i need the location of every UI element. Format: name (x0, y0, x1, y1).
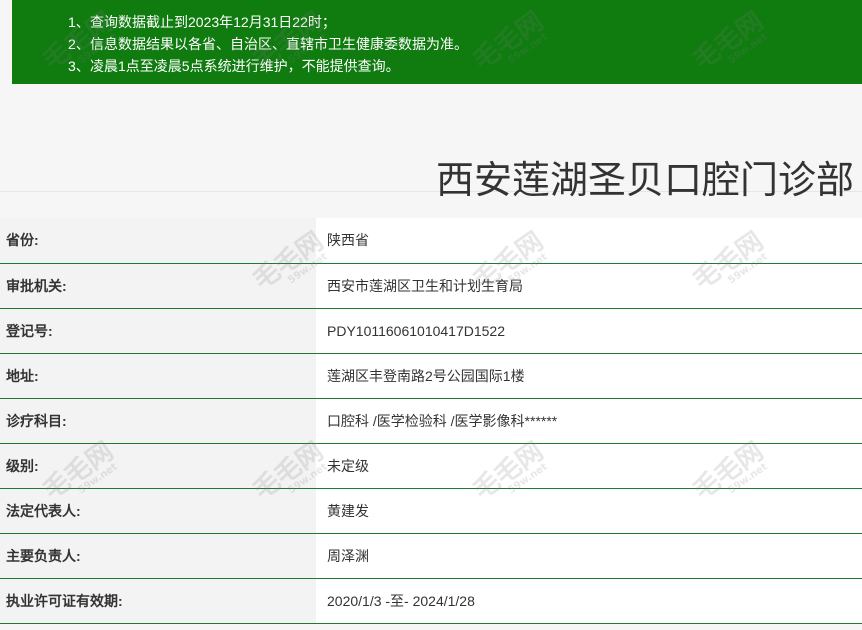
row-label-approval-authority: 审批机关: (0, 263, 316, 308)
notice-line-3: 3、凌晨1点至凌晨5点系统进行维护，不能提供查询。 (68, 55, 862, 77)
table-row: 主要负责人: 周泽渊 (0, 533, 862, 578)
notice-number: 3、 (68, 58, 90, 74)
row-label-registration-number: 登记号: (0, 308, 316, 353)
notice-text: 信息数据结果以各省、自治区、直辖市卫生健康委数据为准。 (90, 36, 468, 52)
notice-line-1: 1、查询数据截止到2023年12月31日22时； (68, 11, 862, 33)
notice-text: 凌晨1点至凌晨5点系统进行维护，不能提供查询。 (90, 58, 400, 74)
table-row: 诊疗科目: 口腔科 /医学检验科 /医学影像科****** (0, 398, 862, 443)
table-row: 级别: 未定级 (0, 443, 862, 488)
row-value-license-validity: 2020/1/3 -至- 2024/1/28 (316, 578, 862, 623)
row-label-legal-representative: 法定代表人: (0, 488, 316, 533)
notice-banner: 1、查询数据截止到2023年12月31日22时； 2、信息数据结果以各省、自治区… (12, 0, 862, 84)
row-label-departments: 诊疗科目: (0, 398, 316, 443)
info-table: 省份: 陕西省 审批机关: 西安市莲湖区卫生和计划生育局 登记号: PDY101… (0, 218, 862, 624)
row-value-address: 莲湖区丰登南路2号公园国际1楼 (316, 353, 862, 398)
row-value-registration-number: PDY10116061010417D1522 (316, 308, 862, 353)
table-row: 审批机关: 西安市莲湖区卫生和计划生育局 (0, 263, 862, 308)
row-label-province: 省份: (0, 218, 316, 263)
page-title: 西安莲湖圣贝口腔门诊部 (435, 158, 854, 203)
table-row: 省份: 陕西省 (0, 218, 862, 263)
notice-number: 1、 (68, 14, 90, 30)
notice-line-2: 2、信息数据结果以各省、自治区、直辖市卫生健康委数据为准。 (68, 33, 862, 55)
table-row: 登记号: PDY10116061010417D1522 (0, 308, 862, 353)
row-value-main-person-in-charge: 周泽渊 (316, 533, 862, 578)
row-value-departments: 口腔科 /医学检验科 /医学影像科****** (316, 398, 862, 443)
row-label-address: 地址: (0, 353, 316, 398)
title-section: 西安莲湖圣贝口腔门诊部 (0, 110, 862, 202)
row-value-level: 未定级 (316, 443, 862, 488)
notice-text: 查询数据截止到2023年12月31日22时； (90, 14, 336, 30)
row-value-approval-authority: 西安市莲湖区卫生和计划生育局 (316, 263, 862, 308)
row-value-legal-representative: 黄建发 (316, 488, 862, 533)
row-value-province: 陕西省 (316, 218, 862, 263)
row-label-main-person-in-charge: 主要负责人: (0, 533, 316, 578)
notice-number: 2、 (68, 36, 90, 52)
table-row: 地址: 莲湖区丰登南路2号公园国际1楼 (0, 353, 862, 398)
table-row: 执业许可证有效期: 2020/1/3 -至- 2024/1/28 (0, 578, 862, 623)
table-row: 法定代表人: 黄建发 (0, 488, 862, 533)
row-label-level: 级别: (0, 443, 316, 488)
row-label-license-validity: 执业许可证有效期: (0, 578, 316, 623)
